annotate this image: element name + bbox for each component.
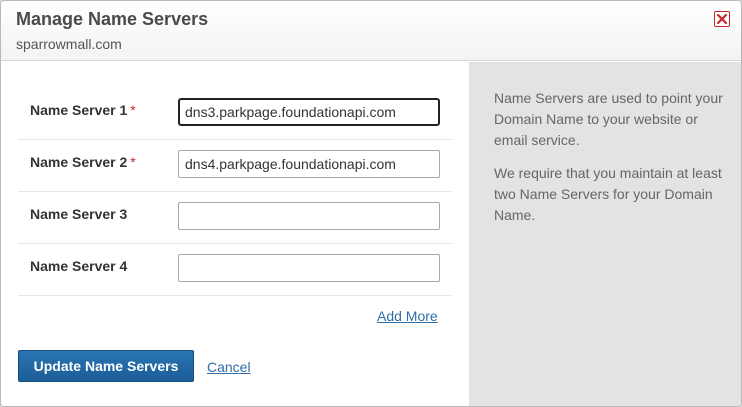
- name-server-row-2: Name Server 2 *: [18, 140, 452, 192]
- info-panel: Name Servers are used to point your Doma…: [469, 62, 741, 406]
- name-server-3-input[interactable]: [178, 202, 440, 230]
- cancel-link[interactable]: Cancel: [207, 359, 251, 375]
- close-button[interactable]: [714, 11, 730, 27]
- manage-name-servers-dialog: Manage Name Servers sparrowmall.com Name…: [0, 0, 742, 407]
- name-server-4-input[interactable]: [178, 254, 440, 282]
- name-server-1-label: Name Server 1 *: [30, 102, 136, 118]
- add-more-link[interactable]: Add More: [377, 308, 438, 324]
- close-icon: [716, 13, 728, 25]
- name-server-2-label: Name Server 2 *: [30, 154, 136, 170]
- name-server-4-label: Name Server 4: [30, 258, 128, 274]
- info-paragraph-2: We require that you maintain at least tw…: [494, 165, 722, 223]
- info-paragraph-1: Name Servers are used to point your Doma…: [494, 90, 723, 148]
- required-marker: *: [130, 154, 136, 170]
- name-server-form: Name Server 1* Name Server 2* Name Serve…: [1, 62, 469, 406]
- name-server-row-1: Name Server 1 *: [18, 88, 452, 140]
- dialog-header: Manage Name Servers sparrowmall.com: [1, 1, 741, 61]
- name-server-1-input[interactable]: [178, 98, 440, 126]
- name-server-row-3: Name Server 3: [18, 192, 452, 244]
- required-marker: *: [130, 102, 136, 118]
- name-server-2-input[interactable]: [178, 150, 440, 178]
- name-server-row-4: Name Server 4: [18, 244, 452, 296]
- dialog-title: Manage Name Servers: [16, 9, 209, 29]
- update-name-servers-button[interactable]: Update Name Servers: [18, 350, 194, 382]
- name-server-3-label: Name Server 3: [30, 206, 128, 222]
- domain-name: sparrowmall.com: [16, 36, 122, 52]
